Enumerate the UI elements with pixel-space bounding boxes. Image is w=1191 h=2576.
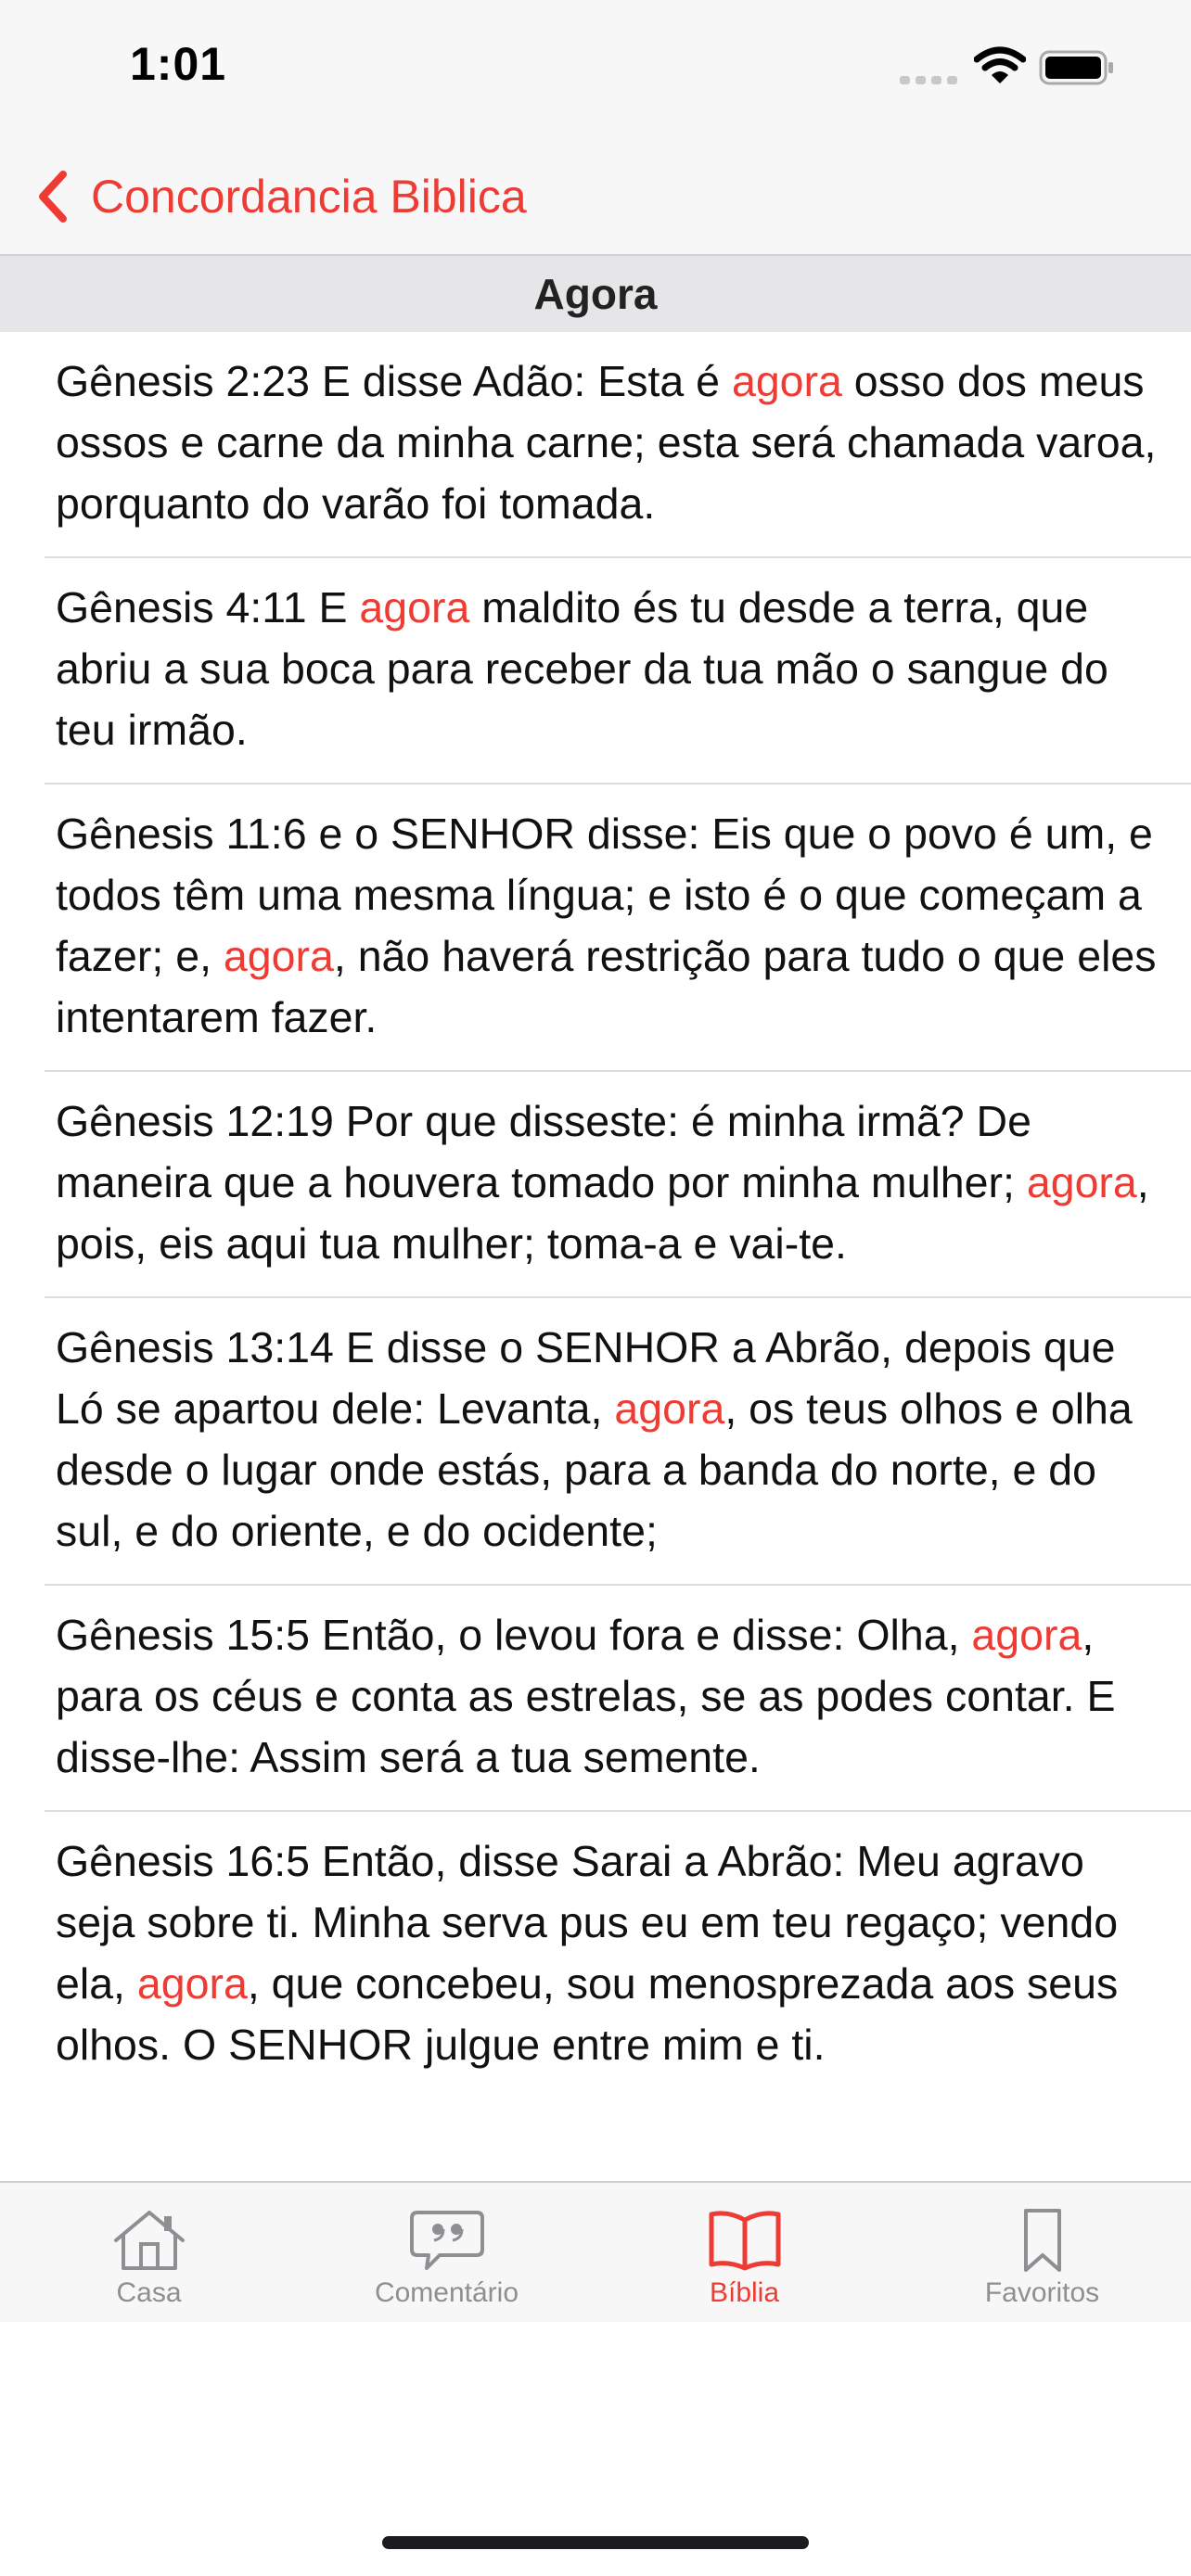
house-icon xyxy=(113,2211,185,2270)
verse-text-before: Gênesis 2:23 E disse Adão: Esta é xyxy=(56,357,732,405)
tab-comentario[interactable]: Comentário xyxy=(298,2183,596,2322)
comment-bubble-icon xyxy=(409,2211,484,2270)
verse-row[interactable]: Gênesis 11:6 e o SENHOR disse: Eis que o… xyxy=(45,784,1191,1072)
tab-biblia[interactable]: Bíblia xyxy=(596,2183,893,2322)
tab-bar: Casa Comentário Bíblia Favoritos xyxy=(0,2181,1191,2322)
keyword-highlight: agora xyxy=(223,932,334,980)
keyword-highlight: agora xyxy=(1026,1158,1137,1206)
tab-favoritos[interactable]: Favoritos xyxy=(893,2183,1191,2322)
verse-text-before: Gênesis 4:11 E xyxy=(56,583,360,631)
wifi-icon xyxy=(974,46,1026,83)
keyword-highlight: agora xyxy=(614,1384,725,1433)
open-book-icon xyxy=(709,2211,780,2271)
status-time: 1:01 xyxy=(130,38,227,90)
cellular-signal-icon xyxy=(900,76,957,84)
keyword-highlight: agora xyxy=(731,357,842,405)
tab-label: Casa xyxy=(116,2277,182,2308)
verse-list: Gênesis 2:23 E disse Adão: Esta é agora … xyxy=(0,332,1191,2098)
chevron-left-icon xyxy=(39,171,67,223)
back-button[interactable]: Concordancia Biblica xyxy=(33,159,527,234)
verse-row[interactable]: Gênesis 4:11 E agora maldito és tu desde… xyxy=(45,558,1191,784)
navigation-bar: Concordancia Biblica xyxy=(0,139,1191,256)
back-label: Concordancia Biblica xyxy=(91,171,527,223)
verse-text-before: Gênesis 12:19 Por que disseste: é minha … xyxy=(56,1097,1031,1206)
battery-icon xyxy=(1039,50,1113,85)
tab-label: Favoritos xyxy=(984,2277,1100,2308)
verse-row[interactable]: Gênesis 13:14 E disse o SENHOR a Abrão, … xyxy=(45,1298,1191,1586)
tab-casa[interactable]: Casa xyxy=(0,2183,298,2322)
bookmark-icon xyxy=(1023,2209,1061,2272)
verse-row[interactable]: Gênesis 16:5 Então, disse Sarai a Abrão:… xyxy=(45,1812,1191,2098)
verse-row[interactable]: Gênesis 2:23 E disse Adão: Esta é agora … xyxy=(45,332,1191,558)
tab-label: Bíblia xyxy=(709,2277,780,2308)
home-indicator[interactable] xyxy=(382,2536,809,2549)
section-header: Agora xyxy=(0,256,1191,332)
verse-row[interactable]: Gênesis 12:19 Por que disseste: é minha … xyxy=(45,1072,1191,1298)
verse-row[interactable]: Gênesis 15:5 Então, o levou fora e disse… xyxy=(45,1586,1191,1812)
tab-label: Comentário xyxy=(374,2277,519,2308)
keyword-highlight: agora xyxy=(971,1611,1082,1659)
verse-text-before: Gênesis 15:5 Então, o levou fora e disse… xyxy=(56,1611,972,1659)
keyword-highlight: agora xyxy=(136,1959,248,2008)
keyword-highlight: agora xyxy=(359,583,470,631)
status-bar: 1:01 xyxy=(0,0,1191,139)
